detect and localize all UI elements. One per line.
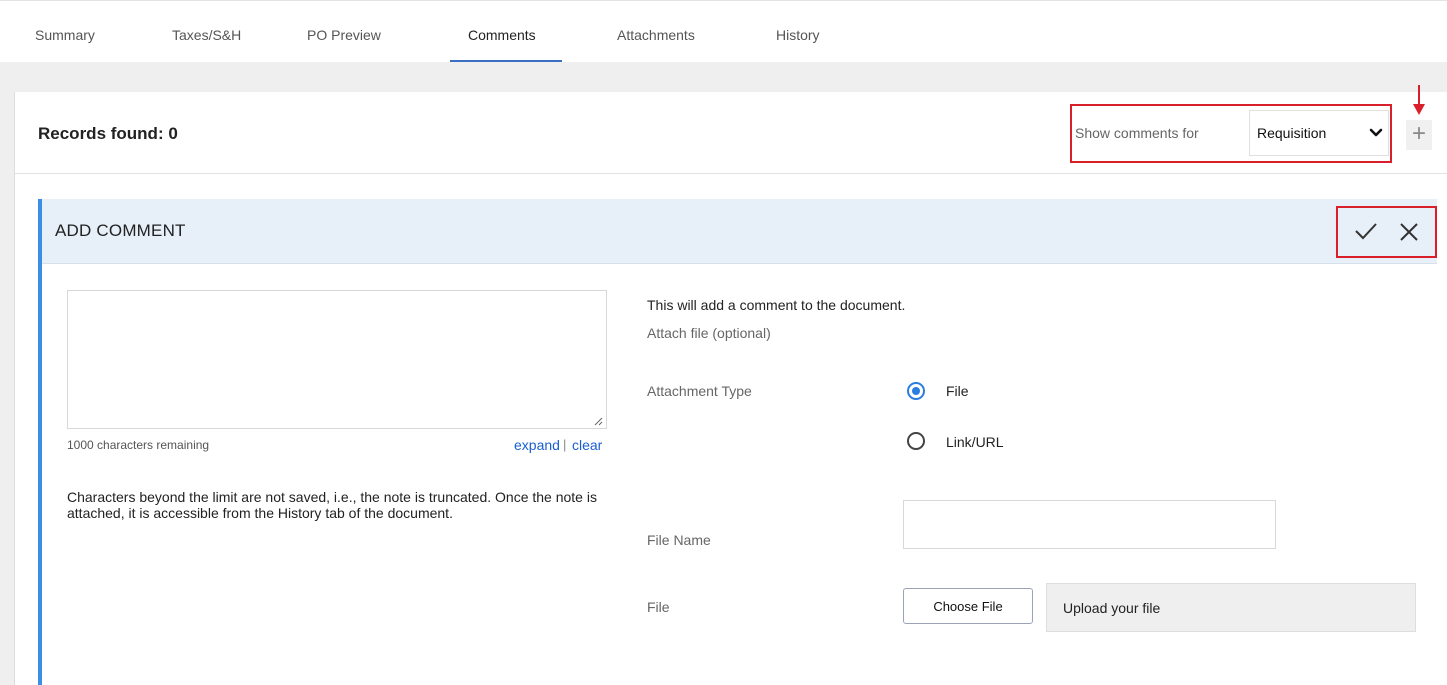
link-separator: | bbox=[563, 437, 567, 452]
characters-remaining: 1000 characters remaining bbox=[67, 438, 210, 452]
card-accent-bar bbox=[38, 199, 42, 685]
tab-attachments[interactable]: Attachments bbox=[617, 27, 695, 43]
truncation-note: Characters beyond the limit are not save… bbox=[67, 489, 597, 521]
tab-history[interactable]: History bbox=[776, 27, 820, 43]
file-label: File bbox=[647, 599, 670, 615]
resize-grip-icon[interactable] bbox=[594, 417, 603, 426]
file-name-input[interactable] bbox=[903, 500, 1276, 549]
chevron-down-icon bbox=[1369, 128, 1383, 137]
add-comment-title: ADD COMMENT bbox=[55, 221, 186, 240]
add-comment-button[interactable]: + bbox=[1406, 120, 1432, 150]
tab-po-preview[interactable]: PO Preview bbox=[307, 27, 381, 43]
annotation-arrow-icon bbox=[1413, 85, 1425, 115]
choose-file-button[interactable]: Choose File bbox=[903, 588, 1033, 624]
file-name-label: File Name bbox=[647, 532, 711, 548]
checkmark-icon[interactable] bbox=[1354, 221, 1378, 241]
add-comment-header bbox=[42, 199, 1437, 264]
attach-file-optional-label: Attach file (optional) bbox=[647, 325, 771, 341]
attachment-type-label: Attachment Type bbox=[647, 383, 752, 399]
tab-comments[interactable]: Comments bbox=[468, 27, 536, 43]
records-count: Records found: 0 bbox=[38, 124, 178, 143]
radio-file-label[interactable]: File bbox=[946, 383, 969, 399]
show-comments-selected-value: Requisition bbox=[1257, 125, 1327, 141]
show-comments-label: Show comments for bbox=[1075, 125, 1199, 141]
tab-summary[interactable]: Summary bbox=[35, 27, 95, 43]
radio-link-url[interactable] bbox=[907, 432, 925, 450]
annotation-highlight-actions bbox=[1336, 206, 1437, 258]
divider bbox=[14, 173, 1447, 174]
clear-link[interactable]: clear bbox=[572, 437, 602, 453]
upload-file-placeholder: Upload your file bbox=[1063, 600, 1161, 616]
comment-textarea[interactable] bbox=[67, 290, 607, 429]
tab-taxes-sh[interactable]: Taxes/S&H bbox=[172, 27, 241, 43]
plus-icon: + bbox=[1411, 120, 1426, 147]
close-icon[interactable] bbox=[1398, 221, 1420, 243]
tab-bar: Summary Taxes/S&H PO Preview Comments At… bbox=[0, 0, 1447, 63]
comment-info-text: This will add a comment to the document. bbox=[647, 297, 906, 313]
expand-link[interactable]: expand bbox=[514, 437, 560, 453]
radio-file[interactable] bbox=[907, 382, 925, 400]
radio-link-url-label[interactable]: Link/URL bbox=[946, 434, 1004, 450]
